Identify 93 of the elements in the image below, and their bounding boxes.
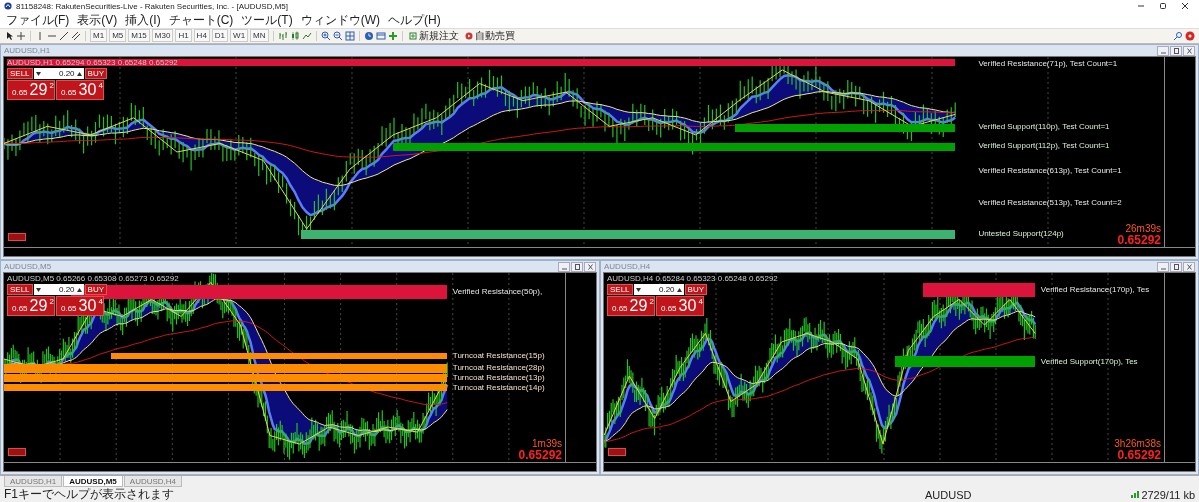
cursor-icon[interactable] bbox=[4, 30, 14, 41]
indicator-badge bbox=[8, 233, 26, 241]
tile-windows-icon[interactable] bbox=[344, 30, 355, 41]
lot-size-field[interactable]: 0.20 bbox=[33, 68, 84, 79]
sell-button[interactable]: SELL bbox=[7, 284, 33, 295]
timeframe-button[interactable]: M30 bbox=[151, 29, 174, 43]
play-icon bbox=[464, 31, 473, 40]
maximize-button[interactable] bbox=[571, 261, 583, 272]
traffic-text: 2729/11 kb bbox=[1141, 488, 1195, 501]
candlestick-icon[interactable] bbox=[289, 30, 300, 41]
menu-item[interactable]: 挿入(I) bbox=[125, 11, 161, 29]
crosshair-icon[interactable] bbox=[16, 30, 26, 41]
connection-icon bbox=[1131, 491, 1140, 498]
auto-trading-button[interactable]: 自動売買 bbox=[462, 28, 517, 43]
zone-label: Verified Support(110p), Test Count=1 bbox=[978, 123, 1110, 132]
trendline-icon[interactable] bbox=[59, 30, 69, 41]
maximize-icon bbox=[1172, 47, 1180, 54]
indicator-badge bbox=[608, 448, 626, 456]
timeframe-button[interactable]: M5 bbox=[109, 29, 127, 43]
zone-label: Verified Resistance(613p), Test Count=1 bbox=[978, 167, 1122, 175]
channel-icon[interactable] bbox=[71, 30, 81, 41]
chart-header: AUDUSD,H1 0.65294 0.65323 0.65248 0.65292 bbox=[7, 58, 178, 67]
down-arrow-icon[interactable] bbox=[635, 287, 641, 292]
down-arrow-icon[interactable] bbox=[35, 287, 41, 292]
down-arrow-icon[interactable] bbox=[35, 71, 41, 76]
up-arrow-icon[interactable] bbox=[676, 287, 682, 292]
maximize-button[interactable] bbox=[1170, 261, 1182, 272]
lot-size-field[interactable]: 0.20 bbox=[33, 284, 84, 295]
close-icon bbox=[586, 263, 594, 270]
buy-button[interactable]: BUY bbox=[84, 284, 108, 295]
zone-label: Verified Resistance(71p), Test Count=1 bbox=[978, 59, 1118, 68]
maximize-button[interactable] bbox=[1159, 2, 1167, 11]
menu-item[interactable]: ヘルプ(H) bbox=[388, 11, 441, 29]
lot-size-field[interactable]: 0.20 bbox=[633, 284, 684, 295]
indicator-badge bbox=[8, 448, 26, 456]
notification-icon[interactable] bbox=[1185, 30, 1195, 41]
chart-header: AUDUSD,H4 0.65284 0.65323 0.65248 0.65292 bbox=[607, 274, 778, 283]
sell-button[interactable]: SELL bbox=[7, 68, 33, 79]
zone-label: Turncoat Resistance(15p) bbox=[452, 352, 545, 361]
close-button[interactable] bbox=[1181, 2, 1189, 11]
bar-countdown: 26m39s bbox=[1125, 224, 1161, 234]
line-chart-icon[interactable] bbox=[301, 30, 312, 41]
plus-icon bbox=[408, 31, 417, 40]
zone-label: Turncoat Resistance(28p) bbox=[452, 363, 545, 372]
add-icon[interactable] bbox=[387, 30, 398, 41]
chart-window-title: AUDUSD,H1 bbox=[4, 46, 52, 55]
bar-countdown: 1m39s bbox=[532, 439, 562, 449]
zone-label: Verified Resistance(513p), Test Count=2 bbox=[978, 199, 1122, 208]
maximize-button[interactable] bbox=[1170, 45, 1182, 56]
current-price: 0.65292 bbox=[518, 449, 562, 461]
zone-label: Untested Support(124p) bbox=[978, 229, 1064, 238]
zone-label: Verified Support(112p), Test Count=1 bbox=[978, 142, 1110, 151]
buy-button[interactable]: BUY bbox=[84, 68, 108, 79]
search-icon[interactable] bbox=[1173, 30, 1183, 41]
close-icon bbox=[1185, 47, 1193, 54]
timeframe-button[interactable]: M15 bbox=[128, 29, 150, 43]
timeframe-button[interactable]: MN bbox=[250, 29, 269, 43]
zone-label: Verified Support(170p), Tes bbox=[1040, 357, 1138, 366]
menu-item[interactable]: ファイル(F) bbox=[6, 11, 70, 29]
buy-button[interactable]: BUY bbox=[684, 284, 708, 295]
up-arrow-icon[interactable] bbox=[76, 71, 82, 76]
menu-item[interactable]: チャート(C) bbox=[168, 11, 234, 29]
sell-button[interactable]: SELL bbox=[607, 284, 633, 295]
timeframe-button[interactable]: W1 bbox=[230, 29, 249, 43]
up-arrow-icon[interactable] bbox=[76, 287, 82, 292]
menu-item[interactable]: ウィンドウ(W) bbox=[300, 11, 380, 29]
timeframe-button[interactable]: M1 bbox=[90, 29, 108, 43]
timeframe-button[interactable]: H1 bbox=[175, 29, 192, 43]
status-symbol: AUDUSD bbox=[925, 488, 973, 501]
maximize-icon bbox=[1172, 263, 1180, 270]
current-price: 0.65292 bbox=[1117, 234, 1161, 246]
timeframe-button[interactable]: H4 bbox=[193, 29, 210, 43]
close-icon bbox=[1185, 263, 1193, 270]
menu-item[interactable]: ツール(T) bbox=[241, 11, 293, 29]
zoom-in-icon[interactable] bbox=[320, 30, 331, 41]
zone-label: Verified Resistance(50p), bbox=[452, 287, 543, 296]
menu-item[interactable]: 表示(V) bbox=[77, 11, 118, 29]
maximize-icon bbox=[573, 263, 581, 270]
timeframe-button[interactable]: D1 bbox=[211, 29, 229, 43]
zone-label: Turncoat Resistance(13p) bbox=[452, 373, 545, 382]
chart-window-title: AUDUSD,H4 bbox=[604, 262, 652, 271]
new-order-button[interactable]: 新規注文 bbox=[406, 28, 461, 43]
current-price: 0.65292 bbox=[1117, 449, 1161, 461]
window-title: 81158248: RakutenSecurities-Live - Rakuten Securities, Inc. - [AUDUSD,M5] bbox=[16, 1, 289, 11]
bar-chart-icon[interactable] bbox=[277, 30, 288, 41]
bar-countdown: 3h26m38s bbox=[1114, 439, 1161, 449]
clock-icon[interactable] bbox=[363, 30, 374, 41]
chart-header: AUDUSD,M5 0.65266 0.65308 0.65273 0.65292 bbox=[7, 274, 179, 283]
chart-window-title: AUDUSD,M5 bbox=[4, 262, 53, 271]
zoom-out-icon[interactable] bbox=[332, 30, 343, 41]
status-help-text: F1キーでヘルプが表示されます bbox=[4, 486, 174, 502]
zone-label: Verified Resistance(170p), Tes bbox=[1040, 286, 1150, 294]
zone-label: Turncoat Resistance(14p) bbox=[452, 384, 545, 393]
